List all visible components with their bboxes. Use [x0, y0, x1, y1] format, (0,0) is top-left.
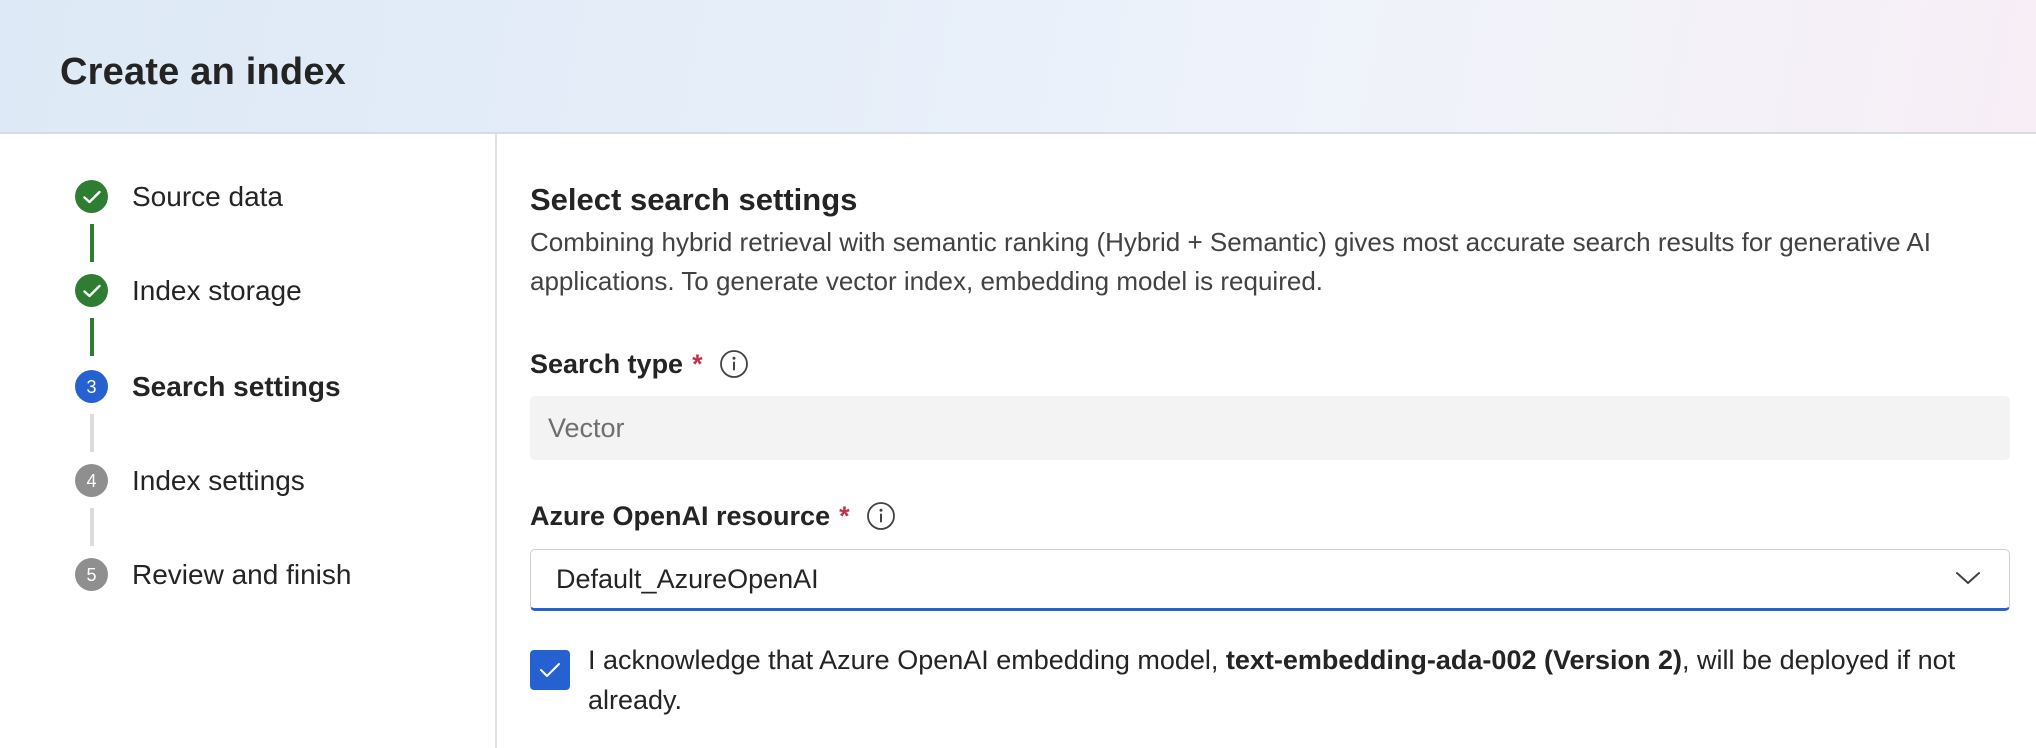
- acknowledge-checkbox[interactable]: [530, 650, 570, 690]
- step-source-data[interactable]: Source data: [0, 178, 480, 218]
- step-complete-checkmark-icon: [75, 180, 108, 213]
- step-connector: [90, 414, 94, 452]
- step-label: Index settings: [132, 465, 305, 496]
- step-index-storage[interactable]: Index storage: [0, 272, 480, 312]
- section-title: Select search settings: [530, 182, 858, 217]
- required-indicator: *: [692, 349, 703, 379]
- page-title: Create an index: [60, 51, 346, 93]
- embedding-model-name: text-embedding-ada-002 (Version 2): [1225, 645, 1683, 675]
- step-connector: [90, 224, 94, 262]
- step-label: Source data: [132, 181, 283, 212]
- openai-resource-label: Azure OpenAI resource *: [530, 498, 896, 534]
- step-number-badge: 5: [75, 558, 108, 591]
- step-review-and-finish[interactable]: 5 Review and finish: [0, 556, 480, 596]
- openai-resource-label-text: Azure OpenAI resource: [530, 501, 831, 531]
- step-complete-checkmark-icon: [75, 274, 108, 307]
- info-icon[interactable]: [719, 349, 749, 379]
- search-type-field: Vector: [530, 396, 2010, 460]
- search-type-label: Search type *: [530, 346, 749, 382]
- step-index-settings[interactable]: 4 Index settings: [0, 462, 480, 502]
- section-description: Combining hybrid retrieval with semantic…: [530, 227, 1931, 296]
- acknowledge-text: I acknowledge that Azure OpenAI embeddin…: [588, 640, 1988, 720]
- dropdown-selected-value: Default_AzureOpenAI: [556, 564, 819, 594]
- openai-resource-dropdown[interactable]: Default_AzureOpenAI: [530, 549, 2010, 611]
- chevron-down-icon: [1955, 568, 1981, 588]
- step-label: Search settings: [132, 371, 341, 402]
- step-search-settings[interactable]: 3 Search settings: [0, 368, 480, 408]
- required-indicator: *: [839, 501, 850, 531]
- wizard-stepper: Source data Index storage 3 Search setti…: [0, 134, 497, 748]
- step-number-badge: 4: [75, 464, 108, 497]
- step-label: Index storage: [132, 275, 302, 306]
- search-type-label-text: Search type: [530, 349, 684, 379]
- info-icon[interactable]: [866, 501, 896, 531]
- acknowledge-text-before: I acknowledge that Azure OpenAI embeddin…: [588, 645, 1226, 675]
- step-connector: [90, 318, 94, 356]
- step-number-badge: 3: [75, 370, 108, 403]
- step-connector: [90, 508, 94, 546]
- step-label: Review and finish: [132, 559, 352, 590]
- checkmark-icon: [540, 663, 560, 677]
- page-header: Create an index: [0, 0, 2036, 134]
